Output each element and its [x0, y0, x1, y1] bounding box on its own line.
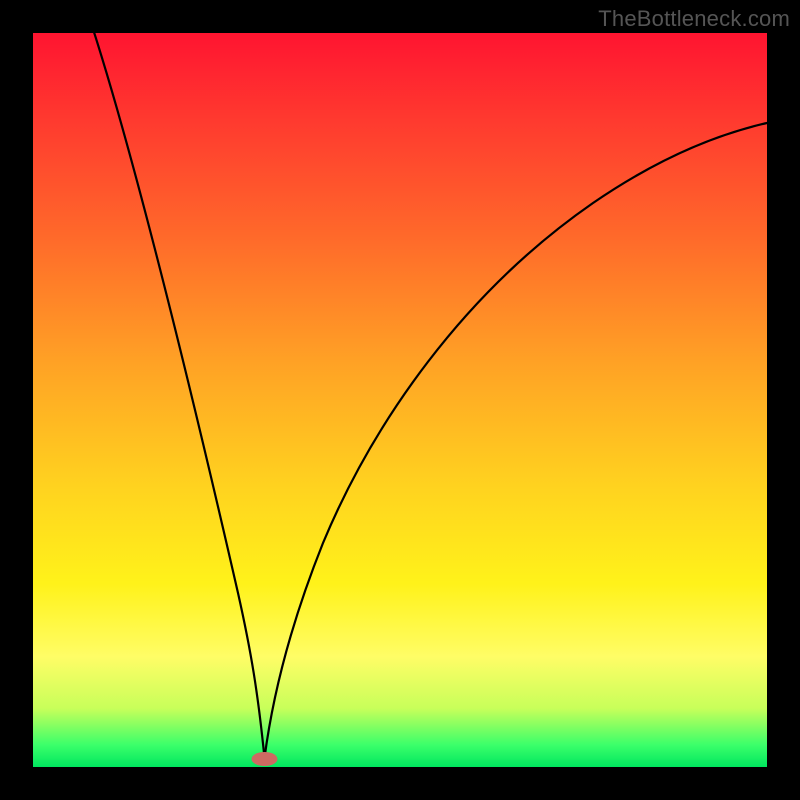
bottleneck-curve	[33, 33, 767, 767]
plot-area	[33, 33, 767, 767]
watermark-label: TheBottleneck.com	[598, 6, 790, 32]
curve-left	[81, 0, 265, 758]
chart-frame: TheBottleneck.com	[0, 0, 800, 800]
minimum-marker	[252, 752, 278, 766]
curve-right	[265, 123, 768, 758]
